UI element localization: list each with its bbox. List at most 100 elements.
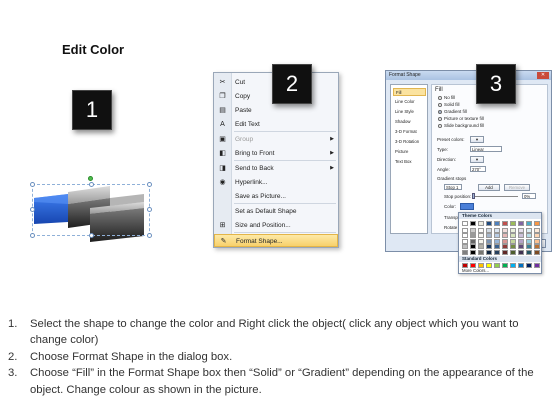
theme-color-swatch[interactable]: [462, 233, 468, 239]
dialog-nav-line-color[interactable]: Line Color: [393, 98, 426, 106]
theme-color-swatch[interactable]: [494, 221, 500, 226]
preset-colors-dropdown[interactable]: ▾: [470, 136, 484, 143]
remove-stop-button[interactable]: Remove: [504, 184, 530, 191]
theme-color-swatch[interactable]: [502, 238, 508, 244]
standard-color-swatch[interactable]: [502, 263, 508, 268]
stop-select[interactable]: Stop 1: [444, 184, 462, 190]
direction-dropdown[interactable]: ▾: [470, 156, 484, 163]
theme-color-swatch[interactable]: [486, 244, 492, 250]
resize-handle-tr[interactable]: [147, 182, 152, 187]
standard-color-swatch[interactable]: [534, 263, 540, 268]
theme-color-swatch[interactable]: [510, 238, 516, 244]
theme-color-swatch[interactable]: [502, 227, 508, 233]
type-select[interactable]: Linear: [470, 146, 502, 152]
theme-color-swatch[interactable]: [518, 238, 524, 244]
theme-color-swatch[interactable]: [510, 233, 516, 239]
menu-item-bring-to-front[interactable]: ◧ Bring to Front ▶: [214, 147, 338, 160]
theme-color-swatch[interactable]: [470, 233, 476, 239]
resize-handle-mr[interactable]: [147, 207, 152, 212]
menu-item-send-to-back[interactable]: ◨ Send to Back ▶: [214, 162, 338, 175]
theme-color-swatch[interactable]: [534, 221, 540, 226]
standard-color-swatch[interactable]: [494, 263, 500, 268]
theme-color-swatch[interactable]: [462, 250, 468, 255]
resize-handle-ml[interactable]: [30, 207, 35, 212]
theme-color-swatch[interactable]: [510, 221, 516, 226]
standard-color-swatch[interactable]: [486, 263, 492, 268]
theme-color-swatch[interactable]: [518, 221, 524, 226]
theme-color-swatch[interactable]: [526, 238, 532, 244]
theme-color-swatch[interactable]: [526, 244, 532, 250]
menu-item-hyperlink[interactable]: ◉ Hyperlink...: [214, 176, 338, 189]
theme-color-swatch[interactable]: [502, 244, 508, 250]
theme-color-swatch[interactable]: [518, 233, 524, 239]
theme-color-swatch[interactable]: [518, 250, 524, 255]
fill-option-radio[interactable]: [438, 117, 442, 121]
menu-item-size-and-position[interactable]: ⊞ Size and Position...: [214, 219, 338, 232]
theme-color-swatch[interactable]: [526, 233, 532, 239]
theme-color-swatch[interactable]: [494, 244, 500, 250]
theme-color-swatch[interactable]: [534, 233, 540, 239]
theme-color-swatch[interactable]: [478, 227, 484, 233]
theme-color-swatch[interactable]: [478, 221, 484, 226]
dialog-nav-3-d-rotation[interactable]: 3-D Rotation: [393, 138, 426, 146]
standard-color-swatch[interactable]: [462, 263, 468, 268]
standard-color-swatch[interactable]: [470, 263, 476, 268]
menu-item-edit-text[interactable]: A Edit Text: [214, 118, 338, 131]
theme-color-swatch[interactable]: [518, 227, 524, 233]
theme-color-swatch[interactable]: [494, 233, 500, 239]
theme-color-swatch[interactable]: [494, 238, 500, 244]
theme-color-swatch[interactable]: [534, 227, 540, 233]
angle-input[interactable]: 270°: [470, 166, 486, 172]
theme-color-swatch[interactable]: [526, 221, 532, 226]
resize-handle-tl[interactable]: [30, 182, 35, 187]
menu-item-group[interactable]: ▣ Group ▶: [214, 133, 338, 146]
theme-color-swatch[interactable]: [534, 238, 540, 244]
theme-color-swatch[interactable]: [470, 250, 476, 255]
fill-option-radio[interactable]: [438, 124, 442, 128]
rotate-handle[interactable]: [88, 176, 93, 181]
theme-color-swatch[interactable]: [534, 244, 540, 250]
theme-color-swatch[interactable]: [470, 221, 476, 226]
stop-position-slider[interactable]: [472, 196, 518, 197]
fill-option-radio[interactable]: [438, 96, 442, 100]
fill-option-radio[interactable]: [438, 103, 442, 107]
theme-color-swatch[interactable]: [486, 233, 492, 239]
theme-color-swatch[interactable]: [486, 250, 492, 255]
dialog-nav-shadow[interactable]: Shadow: [393, 118, 426, 126]
theme-color-swatch[interactable]: [534, 250, 540, 255]
theme-color-swatch[interactable]: [462, 244, 468, 250]
theme-color-swatch[interactable]: [486, 221, 492, 226]
resize-handle-bm[interactable]: [89, 233, 94, 238]
theme-color-swatch[interactable]: [470, 238, 476, 244]
dialog-nav-picture[interactable]: Picture: [393, 148, 426, 156]
theme-color-swatch[interactable]: [494, 250, 500, 255]
standard-color-swatch[interactable]: [518, 263, 524, 268]
stop-position-thumb[interactable]: [472, 193, 475, 199]
theme-color-swatch[interactable]: [502, 250, 508, 255]
dialog-close-icon[interactable]: ✕: [537, 72, 549, 79]
standard-color-swatch[interactable]: [510, 263, 516, 268]
theme-color-swatch[interactable]: [526, 250, 532, 255]
menu-item-format-shape[interactable]: ✎ Format Shape...: [214, 234, 338, 247]
theme-color-swatch[interactable]: [502, 233, 508, 239]
theme-color-swatch[interactable]: [494, 227, 500, 233]
theme-color-swatch[interactable]: [470, 227, 476, 233]
theme-color-swatch[interactable]: [518, 244, 524, 250]
standard-color-swatch[interactable]: [478, 263, 484, 268]
theme-color-swatch[interactable]: [486, 227, 492, 233]
resize-handle-br[interactable]: [147, 233, 152, 238]
resize-handle-bl[interactable]: [30, 233, 35, 238]
menu-item-paste[interactable]: ▤ Paste: [214, 104, 338, 117]
theme-color-swatch[interactable]: [510, 244, 516, 250]
theme-color-swatch[interactable]: [478, 244, 484, 250]
stop-position-input[interactable]: 0%: [522, 193, 536, 199]
resize-handle-tm[interactable]: [89, 182, 94, 187]
standard-color-swatch[interactable]: [526, 263, 532, 268]
theme-color-swatch[interactable]: [510, 227, 516, 233]
add-stop-button[interactable]: Add: [478, 184, 500, 191]
theme-color-swatch[interactable]: [462, 221, 468, 226]
theme-color-swatch[interactable]: [478, 233, 484, 239]
selected-3d-shape[interactable]: [28, 176, 154, 250]
theme-color-swatch[interactable]: [470, 244, 476, 250]
color-picker-button[interactable]: [460, 203, 474, 210]
